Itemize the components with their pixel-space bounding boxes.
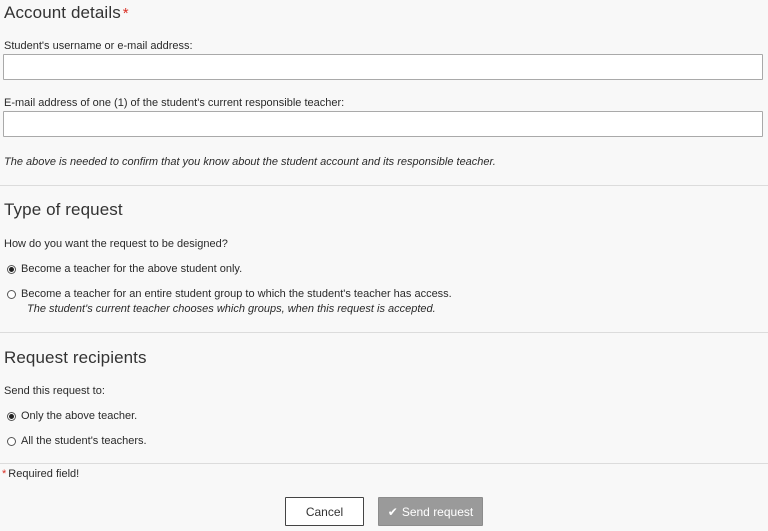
teacher-email-input[interactable]	[3, 111, 763, 137]
radio-option-label: Only the above teacher.	[21, 410, 138, 422]
radio-button-checked[interactable]	[7, 411, 16, 421]
type-of-request-question: How do you want the request to be design…	[4, 238, 228, 250]
required-star: *	[122, 5, 129, 22]
radio-option-label: Become a teacher for an entire student g…	[21, 288, 452, 300]
required-field-text: Required field!	[8, 468, 80, 480]
type-of-request-title: Type of request	[4, 200, 123, 219]
send-request-label: Send request	[401, 504, 474, 519]
required-field-note: * Required field!	[2, 468, 79, 480]
radio-option-label: All the student's teachers.	[21, 435, 147, 447]
radio-button[interactable]	[7, 289, 16, 299]
account-details-note: The above is needed to confirm that you …	[4, 156, 496, 168]
send-request-button[interactable]: ✔ Send request	[378, 497, 483, 526]
request-recipients-title: Request recipients	[4, 348, 147, 367]
section-divider	[0, 332, 768, 333]
radio-option-student-only[interactable]: Become a teacher for the above student o…	[7, 263, 242, 275]
section-divider	[0, 185, 768, 186]
teacher-email-label: E-mail address of one (1) of the student…	[4, 97, 345, 109]
required-star: *	[2, 468, 7, 480]
student-group-note: The student's current teacher chooses wh…	[27, 303, 436, 315]
radio-option-label: Become a teacher for the above student o…	[21, 263, 243, 275]
request-recipients-question: Send this request to:	[4, 385, 105, 397]
radio-option-student-group[interactable]: Become a teacher for an entire student g…	[7, 288, 452, 300]
radio-button[interactable]	[7, 436, 16, 446]
cancel-button[interactable]: Cancel	[285, 497, 364, 526]
username-label: Student's username or e-mail address:	[4, 40, 193, 52]
radio-option-above-teacher[interactable]: Only the above teacher.	[7, 410, 137, 422]
account-details-heading: Account details *	[4, 3, 129, 23]
teacher-request-form: Account details * Student's username or e…	[0, 0, 768, 531]
check-icon: ✔	[387, 504, 398, 519]
cancel-button-label: Cancel	[305, 504, 344, 519]
section-divider	[0, 463, 768, 464]
radio-button-checked[interactable]	[7, 264, 16, 274]
radio-option-all-teachers[interactable]: All the student's teachers.	[7, 435, 147, 447]
username-input[interactable]	[3, 54, 763, 80]
account-details-title: Account details	[4, 3, 121, 22]
